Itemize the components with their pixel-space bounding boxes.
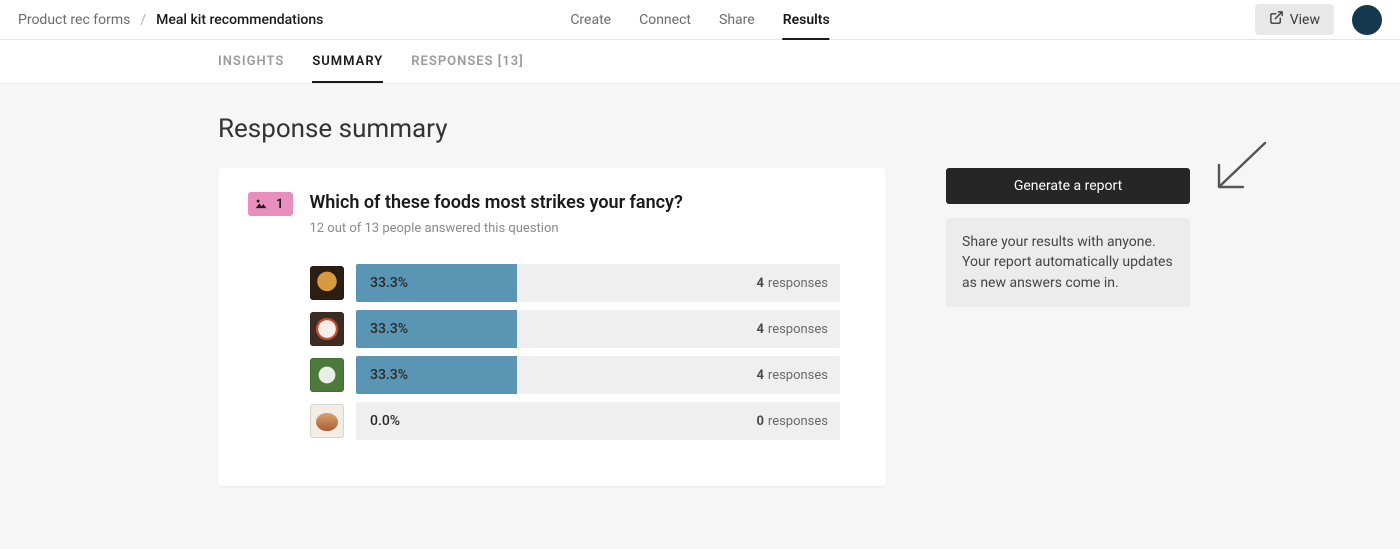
bar-track: 33.3% 4responses (356, 356, 840, 394)
bar-track: 33.3% 4responses (356, 264, 840, 302)
response-bar-row: 0.0% 0responses (248, 402, 840, 440)
bar-count: 0responses (756, 402, 828, 440)
workspace: Response summary 1 Which of these foods … (0, 84, 1400, 549)
bar-count: 4responses (756, 264, 828, 302)
bar-percent-label: 33.3% (356, 321, 408, 337)
response-bar-row: 33.3% 4responses (248, 356, 840, 394)
bar-track: 33.3% 4responses (356, 310, 840, 348)
breadcrumb-project[interactable]: Product rec forms (18, 12, 130, 28)
bar-percent-label: 33.3% (356, 275, 408, 291)
tab-responses[interactable]: RESPONSES [13] (411, 54, 523, 83)
report-note: Share your results with anyone. Your rep… (946, 218, 1190, 307)
breadcrumb: Product rec forms / Meal kit recommendat… (18, 12, 323, 28)
bar-count: 4responses (756, 310, 828, 348)
question-header: 1 Which of these foods most strikes your… (248, 192, 840, 236)
nav-create[interactable]: Create (570, 0, 611, 40)
question-answer-count: 12 out of 13 people answered this questi… (309, 221, 840, 236)
question-title: Which of these foods most strikes your f… (309, 192, 840, 213)
view-button-label: View (1290, 12, 1320, 28)
tab-insights[interactable]: INSIGHTS (218, 54, 284, 83)
question-type-badge: 1 (248, 192, 293, 216)
main-nav: Create Connect Share Results (570, 0, 829, 40)
nav-share[interactable]: Share (719, 0, 755, 40)
response-bars: 33.3% 4responses 33.3% 4responses (248, 264, 840, 440)
bar-count: 4responses (756, 356, 828, 394)
breadcrumb-separator: / (140, 12, 146, 28)
bar-track: 0.0% 0responses (356, 402, 840, 440)
view-button[interactable]: View (1255, 4, 1334, 35)
option-thumbnail (310, 358, 344, 392)
question-summary-card: 1 Which of these foods most strikes your… (218, 168, 886, 486)
external-link-icon (1269, 10, 1284, 29)
bar-percent-label: 0.0% (356, 413, 400, 429)
question-number: 1 (276, 197, 283, 212)
response-bar-row: 33.3% 4responses (248, 264, 840, 302)
option-thumbnail (310, 312, 344, 346)
tab-summary[interactable]: SUMMARY (312, 54, 383, 83)
response-bar-row: 33.3% 4responses (248, 310, 840, 348)
option-thumbnail (310, 404, 344, 438)
bar-percent-label: 33.3% (356, 367, 408, 383)
appbar-right: View (1255, 4, 1382, 35)
app-bar: Product rec forms / Meal kit recommendat… (0, 0, 1400, 40)
breadcrumb-current: Meal kit recommendations (156, 12, 323, 28)
side-panel: Generate a report Share your results wit… (946, 168, 1190, 307)
option-thumbnail (310, 266, 344, 300)
nav-connect[interactable]: Connect (639, 0, 691, 40)
avatar[interactable] (1352, 5, 1382, 35)
results-subtabs: INSIGHTS SUMMARY RESPONSES [13] (0, 40, 1400, 84)
image-choice-icon (254, 198, 268, 210)
nav-results[interactable]: Results (783, 0, 830, 40)
generate-report-button[interactable]: Generate a report (946, 168, 1190, 204)
page-title: Response summary (218, 114, 1400, 144)
